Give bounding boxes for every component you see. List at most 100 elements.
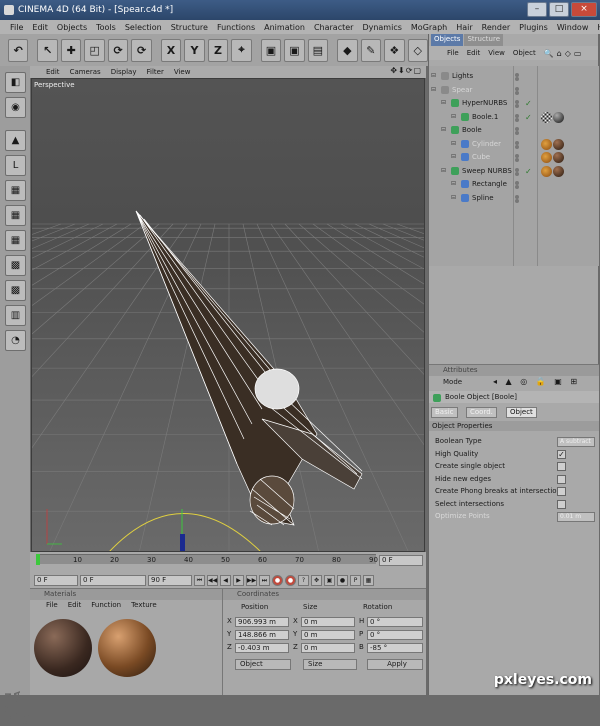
tab-objects[interactable]: Objects (431, 34, 464, 46)
render-visibility-dot[interactable] (515, 104, 519, 108)
tree-expander-icon[interactable]: ⊟ (441, 167, 446, 174)
autokey-icon[interactable]: ● (285, 574, 296, 586)
perspective-viewport[interactable]: Perspective (31, 78, 425, 552)
texture-mode-icon[interactable]: ▲ (5, 130, 26, 151)
object-row-spline[interactable]: ⊟ Spline (429, 192, 599, 205)
menu-render[interactable]: Render (482, 23, 510, 32)
tree-expander-icon[interactable]: ⊟ (431, 86, 436, 93)
high-quality-checkbox[interactable]: ✓ (557, 449, 566, 459)
render-visibility-dot[interactable] (515, 90, 519, 95)
render-picture-viewer-icon[interactable]: ▣ (284, 38, 305, 62)
visibility-dots[interactable] (515, 194, 519, 203)
object-row-cylinder[interactable]: ⊟ Cylinder (429, 138, 599, 151)
pla-key-icon[interactable]: ▦ (363, 574, 374, 586)
materials-menu-edit[interactable]: Edit (68, 600, 82, 611)
array-icon[interactable]: ◇ (407, 38, 428, 62)
size-z-field[interactable]: 0 m (301, 643, 355, 653)
object-row-lights[interactable]: ⊟ Lights (429, 70, 599, 83)
boolean-type-dropdown[interactable]: A subtract (557, 437, 595, 447)
visibility-dots[interactable] (515, 73, 519, 81)
visibility-dots[interactable] (515, 113, 519, 122)
visibility-dots[interactable] (515, 127, 519, 135)
prev-key-icon[interactable]: ◀◀ (207, 574, 218, 586)
move-key-icon[interactable]: ✥ (311, 574, 322, 586)
close-button[interactable]: × (571, 2, 597, 17)
editor-visibility-dot[interactable] (515, 194, 519, 199)
object-row-boole[interactable]: ⊟ Boole (429, 124, 599, 137)
objects-search-icon[interactable]: 🔍⌂◇▭ (544, 49, 585, 58)
minimize-button[interactable]: – (527, 2, 547, 17)
checker-tag-icon[interactable] (541, 111, 552, 123)
visibility-dots[interactable] (515, 167, 519, 176)
menu-functions[interactable]: Functions (217, 23, 255, 32)
hide-new-edges-checkbox[interactable] (557, 474, 566, 484)
render-view-icon[interactable]: ▣ (260, 38, 282, 62)
object-name[interactable]: Spear (452, 86, 472, 94)
model-mode-icon[interactable]: ◧ (5, 72, 26, 93)
menu-hair[interactable]: Hair (456, 23, 472, 32)
viewport-menu-filter[interactable]: Filter (147, 68, 164, 76)
material-swatch-rough[interactable] (34, 619, 92, 677)
phong-tag-icon[interactable] (541, 138, 552, 150)
render-visibility-dot[interactable] (515, 77, 519, 81)
render-visibility-dot[interactable] (515, 158, 519, 162)
enabled-check-icon[interactable]: ✓ (525, 99, 532, 108)
attr-tab-coord[interactable]: Coord. (466, 407, 497, 418)
help-icon[interactable]: ? (298, 574, 309, 586)
go-start-icon[interactable]: ⏮ (194, 574, 205, 586)
undo-icon[interactable]: ↶ (8, 38, 29, 62)
coordinate-system-icon[interactable]: ⌖ (231, 38, 252, 62)
visibility-dots[interactable] (515, 181, 519, 189)
objects-menu-edit[interactable]: Edit (467, 49, 481, 57)
menu-plugins[interactable]: Plugins (519, 23, 548, 32)
render-visibility-dot[interactable] (515, 144, 519, 149)
object-row-hypernurbs[interactable]: ⊟ HyperNURBS ✓ (429, 97, 599, 110)
menu-structure[interactable]: Structure (171, 23, 208, 32)
menu-dynamics[interactable]: Dynamics (362, 23, 401, 32)
editor-visibility-dot[interactable] (515, 140, 519, 145)
record-icon[interactable]: ● (272, 574, 283, 586)
menu-tools[interactable]: Tools (96, 23, 116, 32)
sphere-brown-tag-icon[interactable] (553, 138, 564, 150)
timeline[interactable]: 0102030405060708090 0 F (30, 552, 426, 572)
tab-structure[interactable]: Structure (464, 34, 504, 46)
phong-tag-icon[interactable] (541, 165, 552, 177)
render-visibility-dot[interactable] (515, 131, 519, 135)
visibility-dots[interactable] (515, 140, 519, 149)
tree-expander-icon[interactable]: ⊟ (451, 180, 456, 187)
visibility-dots[interactable] (515, 86, 519, 95)
workplane-icon[interactable]: ▥ (5, 305, 26, 326)
attr-tab-object[interactable]: Object (506, 407, 537, 418)
attr-tab-basic[interactable]: Basic (431, 407, 458, 418)
rotation-p-field[interactable]: 0 ° (367, 630, 423, 640)
create-single-object-checkbox[interactable] (557, 462, 566, 471)
objects-menu-view[interactable]: View (488, 49, 505, 57)
materials-menu-function[interactable]: Function (91, 600, 121, 611)
tree-expander-icon[interactable]: ⊟ (441, 99, 446, 106)
rotate-key-icon[interactable]: ● (337, 574, 348, 586)
select-intersections-checkbox[interactable] (557, 499, 566, 509)
live-selection-icon[interactable]: ↖ (37, 38, 58, 62)
render-visibility-dot[interactable] (515, 185, 519, 189)
rotation-b-field[interactable]: -85 ° (367, 643, 423, 653)
object-name[interactable]: HyperNURBS (462, 99, 507, 107)
axis-mode-icon[interactable]: L (5, 155, 26, 176)
materials-menu-file[interactable]: File (46, 600, 58, 611)
viewport-menu-display[interactable]: Display (111, 68, 137, 76)
play-icon[interactable]: ▶ (233, 574, 244, 586)
render-settings-icon[interactable]: ▤ (307, 38, 329, 62)
menu-window[interactable]: Window (557, 23, 589, 32)
rotate-icon[interactable]: ⟳ (107, 38, 129, 62)
material-swatch-wood[interactable] (98, 619, 156, 677)
sphere-brown-tag-icon[interactable] (553, 152, 564, 163)
tree-expander-icon[interactable]: ⊟ (441, 126, 446, 133)
cube-primitive-icon[interactable]: ◆ (337, 38, 358, 62)
object-row-boole-1[interactable]: ⊟ Boole.1 ✓ (429, 111, 599, 124)
paint-icon[interactable]: ◔ (5, 330, 26, 351)
position-z-field[interactable]: -0.403 m (235, 643, 289, 653)
phong-tag-icon[interactable] (541, 152, 552, 163)
menu-file[interactable]: File (10, 23, 23, 32)
polygons-mode-icon[interactable]: ▦ (5, 230, 26, 251)
start-frame-field[interactable]: 0 F (34, 574, 78, 586)
go-end-icon[interactable]: ⏭ (259, 574, 270, 586)
